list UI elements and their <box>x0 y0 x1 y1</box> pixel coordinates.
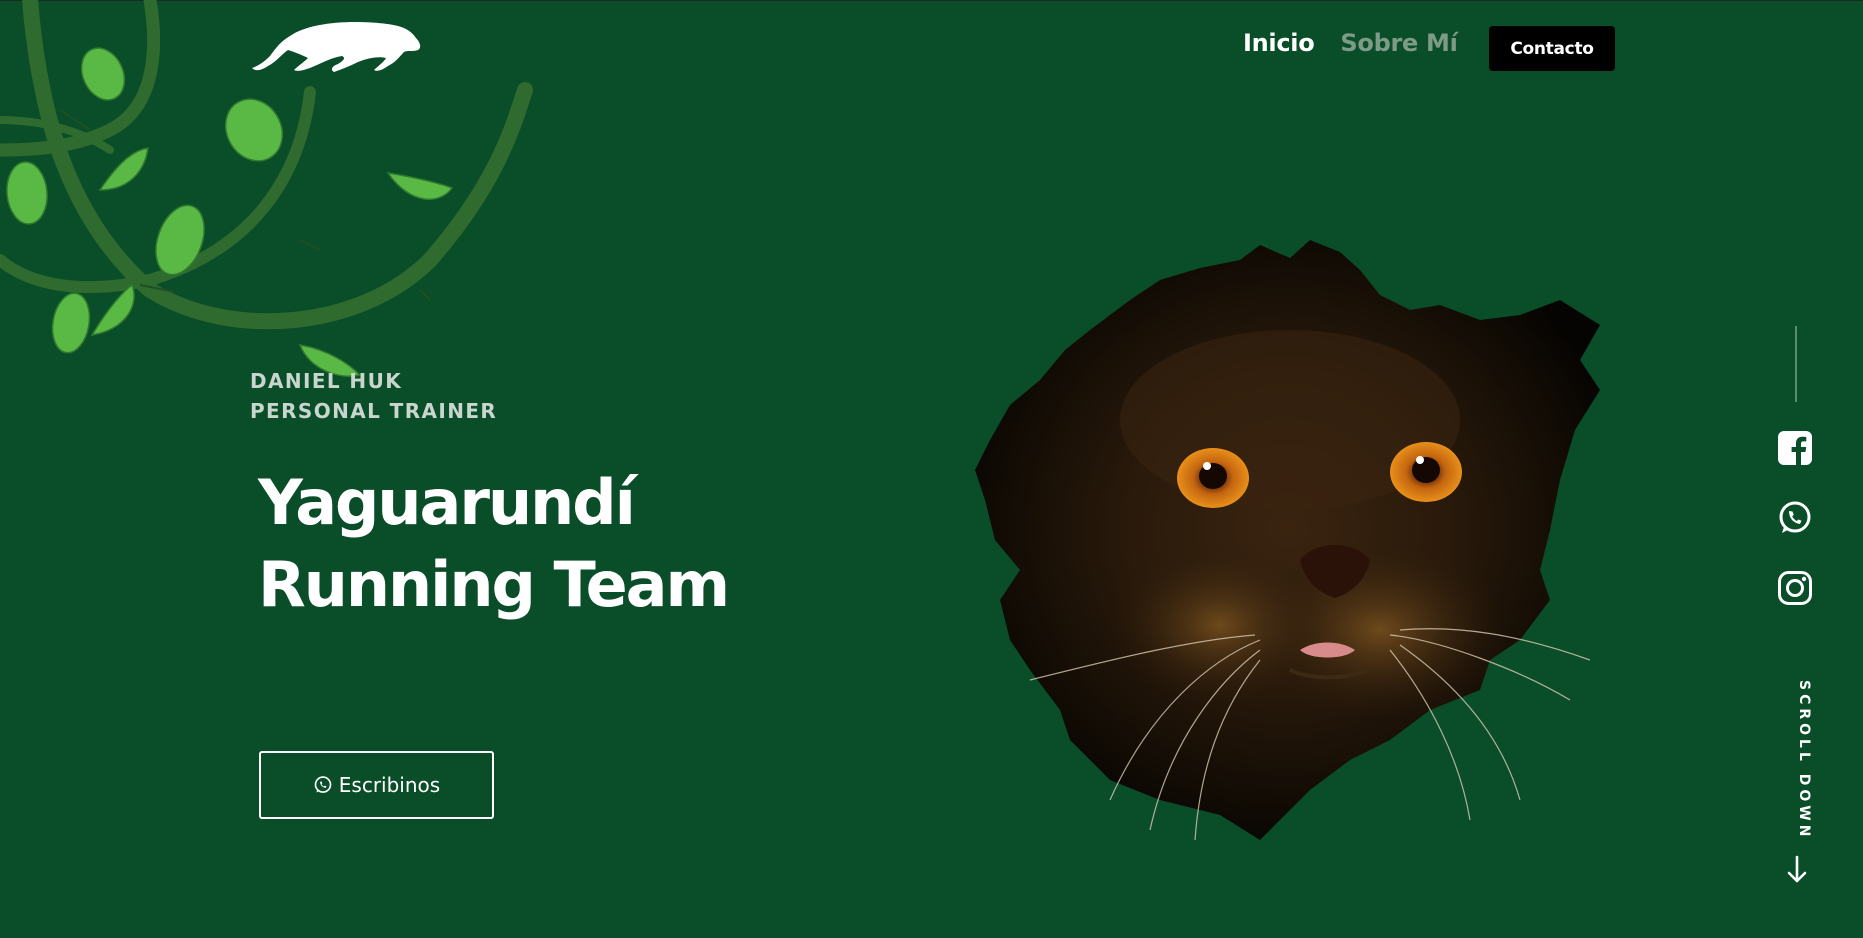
page: Inicio Sobre Mí Contacto DANIEL HUK PERS… <box>0 0 1863 938</box>
write-us-button[interactable]: Escribinos <box>259 751 494 819</box>
nav-inicio[interactable]: Inicio <box>1243 26 1315 60</box>
contact-button[interactable]: Contacto <box>1489 26 1615 71</box>
jaguar-face-image <box>975 240 1600 841</box>
hero-title: Yaguarundí Running Team <box>258 462 730 626</box>
hero-title-line2: Running Team <box>258 548 730 621</box>
trainer-name: DANIEL HUK <box>250 369 403 393</box>
whatsapp-icon[interactable] <box>1777 500 1813 536</box>
hero-title-line1: Yaguarundí <box>258 466 636 539</box>
main-nav: Inicio Sobre Mí <box>1243 26 1484 60</box>
write-us-label: Escribinos <box>338 773 441 797</box>
facebook-icon[interactable] <box>1777 430 1813 466</box>
whatsapp-icon <box>314 776 332 793</box>
nav-sobre-mi[interactable]: Sobre Mí <box>1340 26 1457 60</box>
instagram-icon[interactable] <box>1777 570 1813 606</box>
hero-subtitle: DANIEL HUK PERSONAL TRAINER <box>250 366 497 426</box>
jaguar-logo-icon[interactable] <box>250 18 422 74</box>
social-rail-line <box>1795 326 1797 402</box>
scroll-down-label[interactable]: SCROLL DOWN <box>1782 680 1812 840</box>
trainer-role: PERSONAL TRAINER <box>250 399 498 423</box>
arrow-down-icon[interactable] <box>1785 855 1809 885</box>
